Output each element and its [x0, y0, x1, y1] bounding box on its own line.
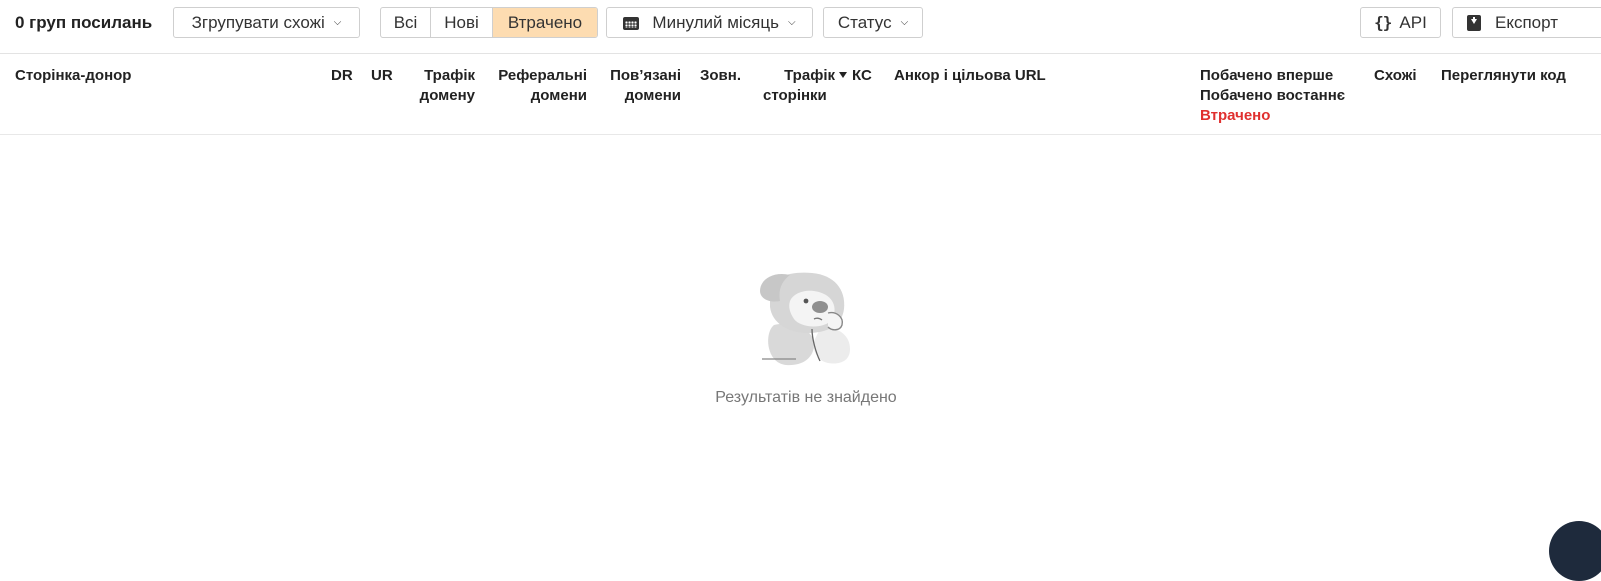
- link-filter-tabs: Всі Нові Втрачено: [380, 7, 598, 38]
- link-group-count: 0 груп посилань: [15, 13, 153, 32]
- sad-koala-illustration: [760, 272, 850, 366]
- col-referring-line2: домени: [530, 87, 587, 104]
- tab-lost[interactable]: Втрачено: [493, 8, 597, 37]
- chevron-down-icon: ⌵: [900, 17, 909, 28]
- calendar-icon: [623, 15, 640, 30]
- status-dropdown[interactable]: Статус ⌵: [823, 7, 923, 38]
- col-ur[interactable]: UR: [371, 66, 393, 86]
- export-label: Експорт: [1495, 12, 1558, 32]
- col-linked-line2: домени: [624, 87, 681, 104]
- tab-all[interactable]: Всі: [381, 8, 431, 37]
- chevron-down-icon: ⌵: [787, 17, 796, 28]
- chat-widget-button[interactable]: [1549, 521, 1601, 581]
- empty-state: Результатів не знайдено: [0, 135, 1601, 550]
- tab-new[interactable]: Нові: [431, 8, 493, 37]
- download-icon: [1467, 14, 1481, 31]
- col-donor-page[interactable]: Сторінка-донор: [15, 66, 131, 86]
- period-dropdown[interactable]: Минулий місяць ⌵: [606, 7, 813, 38]
- sort-desc-icon: [839, 72, 847, 78]
- col-domain-traffic-line1: Трафік: [424, 67, 475, 84]
- col-last-seen: Побачено востаннє: [1200, 87, 1346, 104]
- group-similar-dropdown[interactable]: Згрупувати схожі ⌵: [173, 7, 360, 38]
- col-linked-domains[interactable]: Пов’язані домени: [598, 66, 681, 106]
- table-header: Сторінка-донор DR UR Трафік домену Рефер…: [0, 54, 1601, 135]
- col-view-code[interactable]: Переглянути код: [1441, 66, 1566, 86]
- braces-icon: {}: [1374, 13, 1392, 32]
- group-similar-label: Згрупувати схожі: [191, 12, 325, 32]
- col-referring-line1: Реферальні: [498, 67, 587, 84]
- col-linked-line1: Пов’язані: [610, 67, 681, 84]
- col-lost: Втрачено: [1200, 107, 1271, 124]
- col-domain-traffic[interactable]: Трафік домену: [405, 66, 475, 106]
- col-external[interactable]: Зовн.: [700, 66, 741, 86]
- col-referring-domains[interactable]: Реферальні домени: [488, 66, 587, 106]
- chevron-down-icon: ⌵: [333, 17, 342, 28]
- col-dr[interactable]: DR: [331, 66, 353, 86]
- col-page-traffic-line2: сторінки: [763, 87, 827, 104]
- col-similar[interactable]: Схожі: [1374, 66, 1417, 86]
- api-label: API: [1399, 12, 1427, 32]
- col-kc[interactable]: КС: [852, 66, 872, 86]
- toolbar: 0 груп посилань Згрупувати схожі ⌵ Всі Н…: [0, 0, 1601, 54]
- col-first-seen: Побачено вперше: [1200, 67, 1334, 84]
- status-label: Статус: [837, 12, 892, 32]
- api-button[interactable]: {} API: [1360, 7, 1441, 38]
- period-label: Минулий місяць: [652, 12, 779, 32]
- empty-message: Результатів не знайдено: [715, 389, 897, 406]
- col-page-traffic[interactable]: Трафік сторінки: [763, 66, 847, 106]
- export-button[interactable]: Експорт: [1452, 7, 1601, 38]
- col-domain-traffic-line2: домену: [419, 87, 475, 104]
- col-seen-dates[interactable]: Побачено вперше Побачено востаннє Втраче…: [1200, 66, 1345, 126]
- col-anchor-url[interactable]: Анкор і цільова URL: [894, 66, 1046, 86]
- col-page-traffic-line1: Трафік: [784, 67, 835, 84]
